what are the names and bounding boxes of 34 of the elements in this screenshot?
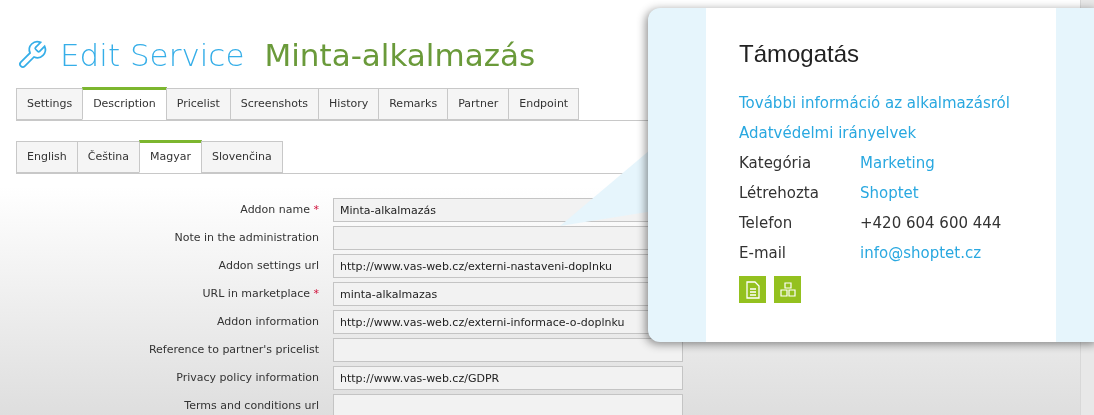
detail-label: Telefon [739,212,794,234]
field-label: Note in the administration [173,229,320,246]
popup-title: Támogatás [739,39,861,69]
tab[interactable]: Partner [447,88,510,120]
text-field[interactable] [333,394,683,415]
field-label: Privacy policy information [175,369,320,386]
cubes-icon[interactable] [774,276,801,303]
field-label: Addon information [216,313,320,330]
field-label: Terms and conditions url [183,397,320,414]
tab[interactable]: Pricelist [165,88,231,120]
field-label: URL in marketplace * [201,285,320,302]
text-field[interactable]: http://www.vas-web.cz/GDPR [333,366,683,390]
tab[interactable]: English [16,141,78,173]
field-label: Reference to partner's pricelist [147,341,320,358]
field-label: Addon settings url [217,257,320,274]
wrench-icon [16,39,48,71]
tab[interactable]: Magyar [139,140,202,173]
service-name: Minta-alkalmazás [264,35,536,75]
tab[interactable]: Čeština [76,141,140,173]
tab[interactable]: Description [82,87,167,120]
document-icon[interactable] [739,276,766,303]
tab[interactable]: Slovenčina [201,141,283,173]
tab[interactable]: Settings [16,88,84,120]
tab[interactable]: Remarks [378,88,449,120]
detail-value: +420 604 600 444 [860,212,1002,234]
tab[interactable]: History [318,88,380,120]
tab[interactable]: Endpoint [508,88,580,120]
detail-label: Létrehozta [739,182,820,204]
detail-label: Kategória [739,152,813,174]
field-label: Addon name * [239,201,320,218]
detail-label: E-mail [739,242,788,264]
tab[interactable]: Screenshots [229,88,320,120]
page-title: Edit Service [60,35,245,75]
text-field[interactable] [333,338,683,362]
